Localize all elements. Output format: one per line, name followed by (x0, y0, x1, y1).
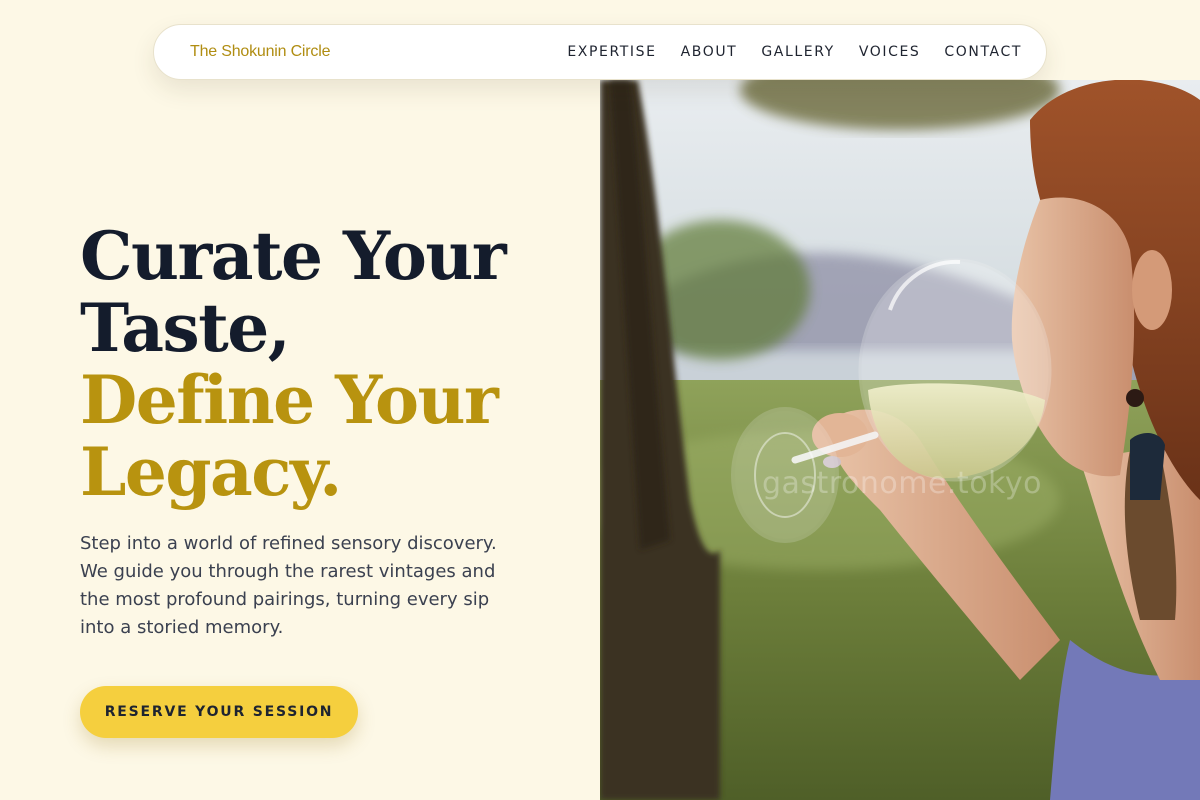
headline-line-3: Define Your (80, 361, 499, 439)
headline-line-2: Taste, (80, 289, 291, 367)
nav-link-voices[interactable]: VOICES (859, 44, 921, 60)
nav-links: EXPERTISE ABOUT GALLERY VOICES CONTACT (543, 44, 1022, 60)
headline-line-1: Curate Your (80, 217, 507, 295)
nav-link-about[interactable]: ABOUT (681, 44, 738, 60)
hero-text: Curate Your Taste, Define Your Legacy. S… (80, 220, 550, 642)
nav-link-gallery[interactable]: GALLERY (761, 44, 834, 60)
hero-headline: Curate Your Taste, Define Your Legacy. (80, 220, 550, 508)
hero-photo-illustration (600, 80, 1200, 800)
headline-line-4: Legacy. (80, 433, 342, 511)
nav-link-contact[interactable]: CONTACT (944, 44, 1022, 60)
reserve-session-button[interactable]: RESERVE YOUR SESSION (80, 686, 358, 738)
hero-description: Step into a world of refined sensory dis… (80, 533, 497, 638)
landing-page: The Shokunin Circle EXPERTISE ABOUT GALL… (0, 0, 1200, 800)
top-navigation: The Shokunin Circle EXPERTISE ABOUT GALL… (153, 24, 1047, 80)
hero-photo-woman-with-wine-glass: gastronome.tokyo (600, 80, 1200, 800)
nav-link-expertise[interactable]: EXPERTISE (567, 44, 656, 60)
brand-logo[interactable]: The Shokunin Circle (190, 43, 330, 61)
